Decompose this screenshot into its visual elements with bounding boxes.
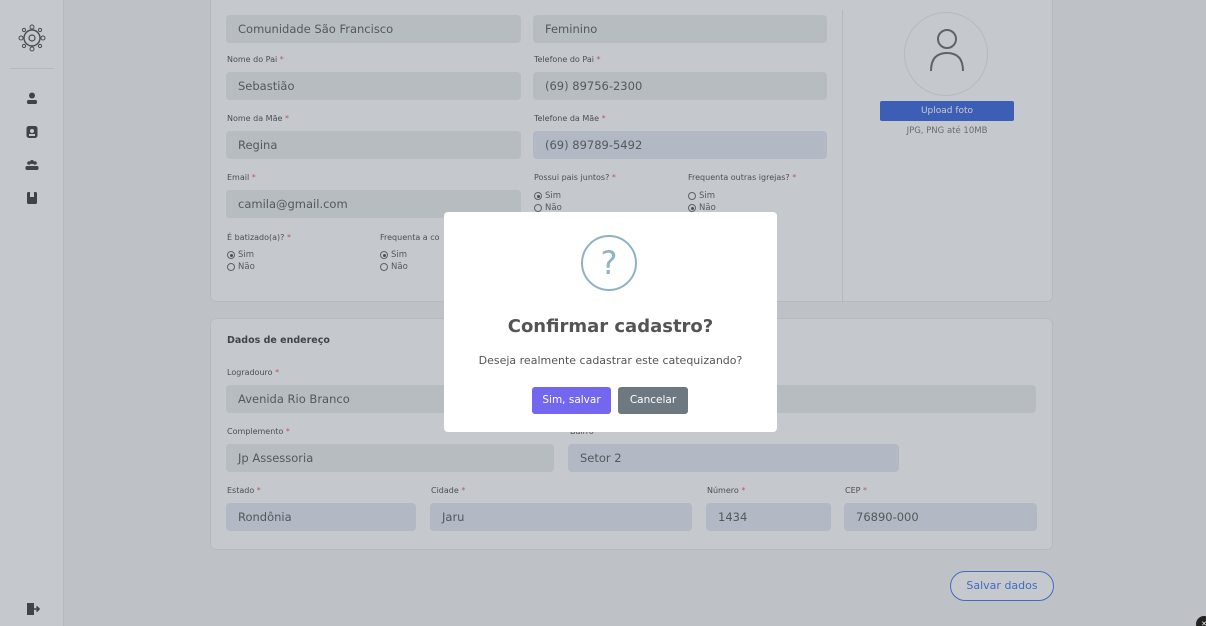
dialog-message: Deseja realmente cadastrar este catequiz… [478,354,743,367]
dialog-title: Confirmar cadastro? [507,316,714,337]
cancel-button[interactable]: Cancelar [618,387,688,414]
question-icon: ? [581,235,637,291]
confirm-save-button[interactable]: Sim, salvar [532,387,611,414]
confirm-dialog: ? Confirmar cadastro? Deseja realmente c… [444,212,777,432]
corner-close-icon[interactable]: ✕ [1196,616,1206,626]
